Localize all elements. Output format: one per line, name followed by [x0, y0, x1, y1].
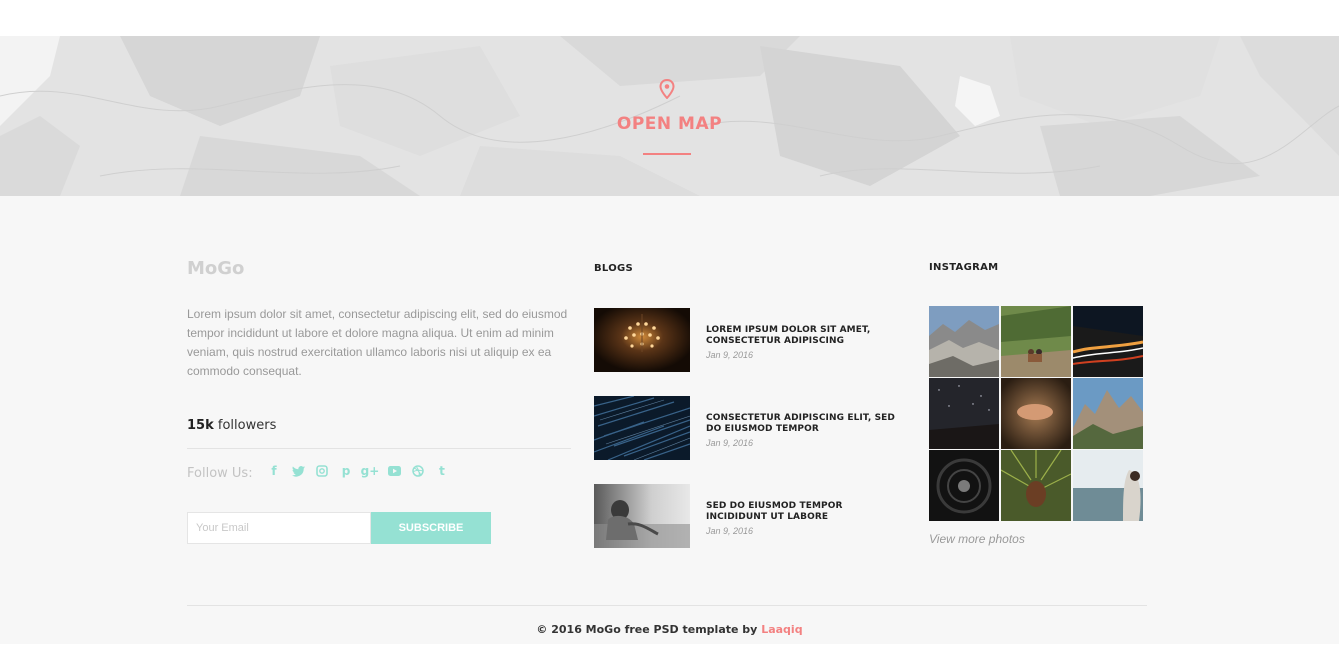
followers-count: 15k followers — [187, 418, 276, 433]
rocky-peaks-photo — [1073, 378, 1143, 449]
blogs-title: BLOGS — [594, 263, 634, 274]
night-sky-photo — [929, 378, 999, 449]
instagram-icon[interactable] — [314, 463, 330, 479]
open-map-title[interactable]: OPEN MAP — [0, 114, 1339, 134]
blog-date-1: Jan 9, 2016 — [706, 350, 754, 360]
author-link[interactable]: Laaqiq — [761, 623, 802, 636]
copyright: © 2016 MoGo free PSD template by Laaqiq — [0, 623, 1339, 636]
blog-thumb-3[interactable] — [594, 484, 690, 548]
bottom-strip — [0, 644, 1339, 651]
blog-thumb-1[interactable] — [594, 308, 690, 372]
night-road-photo — [1073, 306, 1143, 377]
instagram-photo[interactable] — [929, 450, 999, 521]
instagram-photo[interactable] — [1073, 306, 1143, 377]
instagram-title: INSTAGRAM — [929, 262, 999, 273]
facebook-icon[interactable]: f — [266, 463, 282, 479]
instagram-photo[interactable] — [1001, 450, 1071, 521]
blog-title-1[interactable]: LOREM IPSUM DOLOR SIT AMET, CONSECTETUR … — [706, 325, 906, 347]
footer-brand: MoGo — [187, 258, 245, 279]
followers-divider — [187, 448, 571, 449]
copyright-text: © 2016 MoGo free PSD template by — [536, 623, 758, 636]
footer: MoGo Lorem ipsum dolor sit amet, consect… — [0, 196, 1339, 644]
footer-divider — [187, 605, 1147, 606]
tumblr-icon[interactable]: t — [434, 463, 450, 479]
instagram-photo[interactable] — [929, 378, 999, 449]
instagram-photo[interactable] — [1073, 378, 1143, 449]
followers-label: followers — [217, 418, 277, 433]
instagram-photo[interactable] — [1001, 378, 1071, 449]
blog-thumb-2[interactable] — [594, 396, 690, 460]
rain-streaks-image — [594, 396, 690, 460]
subscribe-button[interactable]: SUBSCRIBE — [371, 512, 491, 544]
map-title-underline — [643, 153, 691, 155]
couple-cliff-photo — [1001, 306, 1071, 377]
about-text: Lorem ipsum dolor sit amet, consectetur … — [187, 307, 568, 378]
instagram-grid — [929, 306, 1143, 521]
blog-date-3: Jan 9, 2016 — [706, 526, 754, 536]
email-input[interactable] — [187, 512, 371, 544]
instagram-photo[interactable] — [929, 306, 999, 377]
youtube-icon[interactable] — [386, 463, 402, 479]
mountain-valley-photo — [929, 306, 999, 377]
follow-us-label: Follow Us: — [187, 466, 253, 481]
view-more-photos-link[interactable]: View more photos — [929, 532, 1025, 546]
twitter-icon[interactable] — [290, 463, 306, 479]
instagram-photo[interactable] — [1073, 450, 1143, 521]
chandelier-image — [594, 308, 690, 372]
pine-cone-photo — [1001, 450, 1071, 521]
blog-date-2: Jan 9, 2016 — [706, 438, 754, 448]
instagram-photo[interactable] — [1001, 306, 1071, 377]
sea-girl-photo — [1073, 450, 1143, 521]
child-portrait-image — [594, 484, 690, 548]
top-strip — [0, 0, 1339, 36]
dribbble-icon[interactable] — [410, 463, 426, 479]
hand-rock-photo — [1001, 378, 1071, 449]
map-banner[interactable]: OPEN MAP — [0, 36, 1339, 196]
blog-title-2[interactable]: CONSECTETUR ADIPISCING ELIT, SED DO EIUS… — [706, 413, 906, 435]
map-pin-icon[interactable] — [659, 79, 675, 99]
social-links: f p g+ t — [266, 463, 450, 479]
tunnel-photo — [929, 450, 999, 521]
pinterest-icon[interactable]: p — [338, 463, 354, 479]
google-plus-icon[interactable]: g+ — [361, 463, 380, 479]
blog-title-3[interactable]: SED DO EIUSMOD TEMPOR INCIDIDUNT UT LABO… — [706, 501, 906, 523]
followers-number: 15k — [187, 418, 214, 433]
